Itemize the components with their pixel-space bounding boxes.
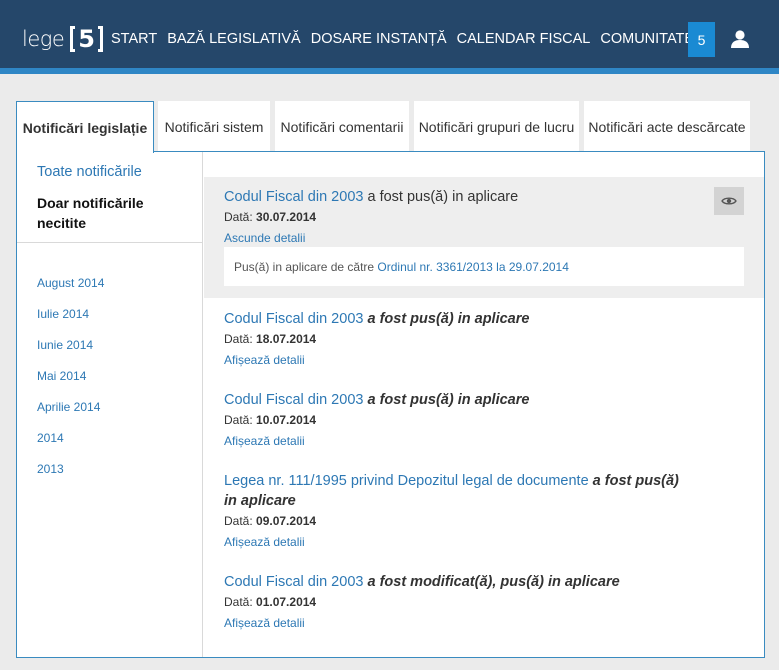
filter-unread-link[interactable]: Doar notificările necitite (37, 193, 187, 233)
month-link[interactable]: August 2014 (37, 276, 104, 307)
notifications-count-badge[interactable]: 5 (688, 22, 715, 57)
act-link[interactable]: Legea nr. 111/1995 privind Depozitul leg… (224, 473, 589, 489)
nav-calendar-fiscal[interactable]: CALENDAR FISCAL (457, 31, 591, 47)
logo-number: 5 (70, 25, 103, 53)
notification-date: Dată: 10.07.2014 (224, 413, 317, 427)
eye-icon (721, 197, 737, 205)
tab-notificari-acte-descarcate[interactable]: Notificări acte descărcate (584, 101, 750, 152)
user-icon[interactable] (730, 29, 750, 49)
notification-item: Codul Fiscal din 2003 a fost pus(ă) in a… (204, 379, 764, 460)
notification-item: Legea nr. 111/1995 privind Depozitul leg… (204, 460, 764, 561)
act-link[interactable]: Codul Fiscal din 2003 (224, 574, 363, 590)
act-link[interactable]: Codul Fiscal din 2003 (224, 392, 363, 408)
logo-number-value: 5 (78, 25, 95, 53)
month-link[interactable]: 2013 (37, 462, 104, 493)
filter-all-link[interactable]: Toate notificările (37, 164, 142, 180)
tab-notificari-comentarii[interactable]: Notificări comentarii (275, 101, 409, 152)
notification-title: Codul Fiscal din 2003 a fost pus(ă) in a… (224, 390, 694, 410)
tab-notificari-legislatie[interactable]: Notificări legislație (16, 101, 154, 153)
month-link[interactable]: Iunie 2014 (37, 338, 104, 369)
notification-date: Dată: 30.07.2014 (224, 210, 317, 224)
hide-details-link[interactable]: Ascunde detalii (224, 231, 305, 245)
nav-comunitate[interactable]: COMUNITATE (600, 31, 694, 47)
tab-notificari-grupuri[interactable]: Notificări grupuri de lucru (414, 101, 579, 152)
month-link[interactable]: Iulie 2014 (37, 307, 104, 338)
month-link[interactable]: Aprilie 2014 (37, 400, 104, 431)
notification-title: Codul Fiscal din 2003 a fost pus(ă) in a… (224, 309, 694, 329)
act-link[interactable]: Codul Fiscal din 2003 (224, 189, 363, 205)
sidebar-divider (17, 242, 203, 243)
top-bar: lege 5 START BAZĂ LEGISLATIVĂ DOSARE INS… (0, 0, 779, 74)
notification-item: Codul Fiscal din 2003 a fost modificat(ă… (204, 561, 764, 642)
notification-action: a fost modificat(ă), pus(ă) in aplicare (367, 574, 620, 590)
detail-by: de către (330, 260, 375, 274)
notification-action: a fost pus(ă) in aplicare (367, 189, 519, 205)
month-link[interactable]: 2014 (37, 431, 104, 462)
main-nav: START BAZĂ LEGISLATIVĂ DOSARE INSTANȚĂ C… (111, 31, 704, 47)
notification-date: Dată: 01.07.2014 (224, 595, 317, 609)
logo-text: lege (22, 27, 65, 51)
detail-prefix: Pus(ă) in aplicare (234, 260, 328, 274)
notification-item: Codul Fiscal din 2003 a fost pus(ă) in a… (204, 177, 764, 298)
nav-start[interactable]: START (111, 31, 157, 47)
act-link[interactable]: Codul Fiscal din 2003 (224, 311, 363, 327)
show-details-link[interactable]: Afișează detalii (224, 616, 305, 630)
notification-details: Pus(ă) in aplicare de către Ordinul nr. … (224, 247, 744, 286)
notification-date: Dată: 09.07.2014 (224, 514, 317, 528)
logo[interactable]: lege 5 (22, 24, 103, 54)
notification-title: Codul Fiscal din 2003 a fost modificat(ă… (224, 572, 694, 592)
notification-title: Codul Fiscal din 2003 a fost pus(ă) in a… (224, 187, 694, 207)
notification-date: Dată: 18.07.2014 (224, 332, 317, 346)
month-list: August 2014 Iulie 2014 Iunie 2014 Mai 20… (37, 276, 104, 493)
filter-sidebar: Toate notificările Doar notificările nec… (17, 152, 203, 657)
tab-notificari-sistem[interactable]: Notificări sistem (158, 101, 270, 152)
show-details-link[interactable]: Afișează detalii (224, 434, 305, 448)
detail-act-link[interactable]: Ordinul nr. 3361/2013 la 29.07.2014 (377, 260, 568, 274)
nav-dosare-instanta[interactable]: DOSARE INSTANȚĂ (311, 31, 447, 47)
notification-list: Codul Fiscal din 2003 a fost pus(ă) in a… (204, 152, 764, 657)
month-link[interactable]: Mai 2014 (37, 369, 104, 400)
notification-title: Legea nr. 111/1995 privind Depozitul leg… (224, 471, 694, 511)
show-details-link[interactable]: Afișează detalii (224, 535, 305, 549)
show-details-link[interactable]: Afișează detalii (224, 353, 305, 367)
nav-baza-legislativa[interactable]: BAZĂ LEGISLATIVĂ (167, 31, 301, 47)
notification-action: a fost pus(ă) in aplicare (367, 311, 530, 327)
notification-item: Codul Fiscal din 2003 a fost pus(ă) in a… (204, 298, 764, 379)
notification-action: a fost pus(ă) in aplicare (367, 392, 530, 408)
notifications-panel: Toate notificările Doar notificările nec… (16, 151, 765, 658)
mark-read-button[interactable] (714, 187, 744, 215)
